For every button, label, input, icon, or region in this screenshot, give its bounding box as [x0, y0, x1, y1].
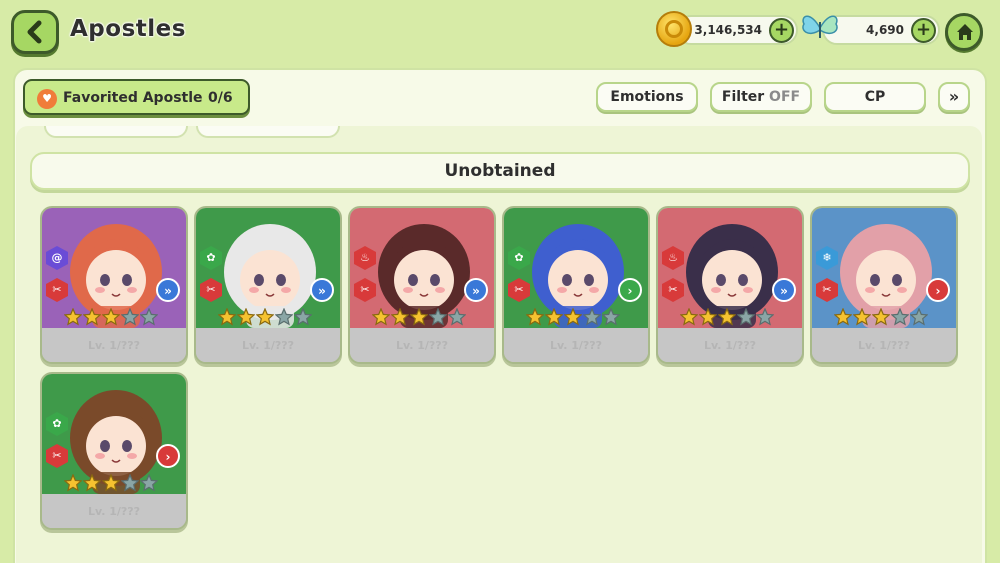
star-filled-icon	[82, 307, 102, 326]
sort-label: CP	[864, 89, 886, 105]
apostle-card[interactable]: ♨ ✂» Lv. 1/???	[656, 206, 804, 364]
filter-state: OFF	[769, 89, 801, 105]
star-filled-icon	[371, 307, 391, 326]
star-filled-icon	[255, 307, 275, 326]
star-empty-icon	[582, 307, 602, 326]
emotions-button[interactable]: Emotions	[596, 82, 698, 112]
gold-coin-icon	[656, 11, 692, 47]
star-filled-icon	[717, 307, 737, 326]
emotions-label: Emotions	[610, 89, 684, 105]
star-empty-icon	[755, 307, 775, 326]
star-filled-icon	[101, 307, 121, 326]
apostle-card[interactable]: ✿ ✂ › Lv. 1/???	[40, 372, 188, 530]
star-empty-icon	[120, 307, 140, 326]
front-icon: ›	[926, 278, 950, 302]
star-filled-icon	[852, 307, 872, 326]
star-filled-icon	[63, 307, 83, 326]
apostle-card[interactable]: ♨ ✂» Lv. 1/???	[348, 206, 496, 364]
scrolled-card-stub	[44, 126, 188, 138]
favorited-label: Favorited Apostle	[63, 90, 203, 106]
star-empty-icon	[274, 307, 294, 326]
back-icon: »	[310, 278, 334, 302]
star-empty-icon	[601, 307, 621, 326]
star-empty-icon	[736, 307, 756, 326]
gem-amount: 4,690	[866, 23, 904, 37]
back-icon: »	[156, 278, 180, 302]
star-filled-icon	[698, 307, 718, 326]
apostle-name-label: Lv. 1/???	[658, 328, 802, 362]
apostle-name-label: Lv. 1/???	[42, 494, 186, 528]
back-arrow-icon	[27, 20, 42, 44]
star-filled-icon	[871, 307, 891, 326]
apostle-card[interactable]: ✿ ✂ › Lv. 1/???	[502, 206, 650, 364]
apostle-name-label: Lv. 1/???	[196, 328, 340, 362]
star-filled-icon	[236, 307, 256, 326]
star-filled-icon	[525, 307, 545, 326]
star-filled-icon	[63, 473, 83, 492]
star-empty-icon	[139, 307, 159, 326]
apostle-card[interactable]: ❄ ✂ › Lv. 1/???	[810, 206, 958, 364]
star-empty-icon	[139, 473, 159, 492]
star-empty-icon	[120, 473, 140, 492]
gold-currency: 3,146,534 +	[676, 15, 798, 45]
page-title: Apostles	[70, 16, 186, 42]
star-empty-icon	[293, 307, 313, 326]
section-header-unobtained: Unobtained	[30, 152, 970, 190]
apostle-card[interactable]: ✿ ✂» Lv. 1/???	[194, 206, 342, 364]
apostle-name-label: Lv. 1/???	[350, 328, 494, 362]
add-gem-button[interactable]: +	[911, 18, 936, 43]
gold-amount: 3,146,534	[694, 23, 762, 37]
back-button[interactable]	[11, 10, 59, 54]
back-icon: »	[464, 278, 488, 302]
star-empty-icon	[447, 307, 467, 326]
star-filled-icon	[82, 473, 102, 492]
top-bar: Apostles 3,146,534 + 4,690 +	[0, 0, 1000, 66]
star-filled-icon	[833, 307, 853, 326]
filter-label: Filter	[721, 89, 765, 105]
star-empty-icon	[428, 307, 448, 326]
home-button[interactable]	[945, 13, 983, 51]
star-filled-icon	[217, 307, 237, 326]
front-icon: ›	[156, 444, 180, 468]
back-icon: »	[772, 278, 796, 302]
star-filled-icon	[101, 473, 121, 492]
add-gold-button[interactable]: +	[769, 18, 794, 43]
favorited-count: 0/6	[208, 90, 233, 106]
apostle-name-label: Lv. 1/???	[42, 328, 186, 362]
star-filled-icon	[409, 307, 429, 326]
star-empty-icon	[890, 307, 910, 326]
star-filled-icon	[679, 307, 699, 326]
scrolled-card-stub	[196, 126, 340, 138]
section-title: Unobtained	[444, 161, 556, 181]
expand-chevron-icon[interactable]: »	[938, 82, 970, 112]
star-filled-icon	[544, 307, 564, 326]
star-empty-icon	[909, 307, 929, 326]
mid-icon: ›	[618, 278, 642, 302]
home-icon	[957, 24, 973, 40]
sort-cp-button[interactable]: CP	[824, 82, 926, 112]
star-filled-icon	[390, 307, 410, 326]
apostle-card[interactable]: @ ✂» Lv. 1/???	[40, 206, 188, 364]
butterfly-gem-icon	[802, 15, 838, 38]
apostle-name-label: Lv. 1/???	[504, 328, 648, 362]
heart-icon: ♥	[37, 89, 57, 109]
favorited-apostle-button[interactable]: ♥ Favorited Apostle 0/6	[23, 79, 250, 115]
apostle-name-label: Lv. 1/???	[812, 328, 956, 362]
star-filled-icon	[563, 307, 583, 326]
filter-button[interactable]: Filter OFF	[710, 82, 812, 112]
